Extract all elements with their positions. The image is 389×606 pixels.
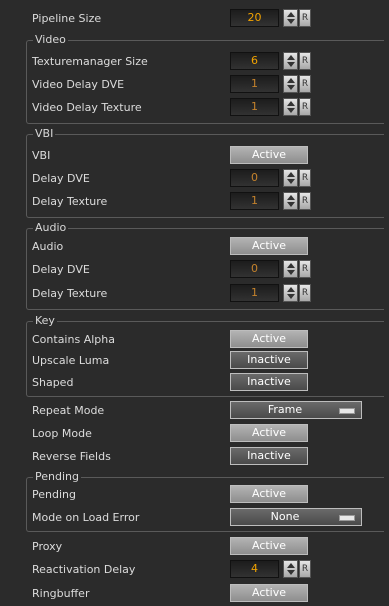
vbi-label: VBI: [32, 149, 51, 162]
repeat-mode-label: Repeat Mode: [32, 404, 105, 417]
repeat-mode-dropdown[interactable]: Frame: [230, 401, 362, 419]
proxy-label: Proxy: [32, 540, 63, 553]
reactivation-delay-row: Reactivation Delay 4 R: [0, 559, 389, 581]
audio-delay-dve-row: Delay DVE 0 R: [0, 259, 389, 281]
reverse-fields-label: Reverse Fields: [32, 450, 111, 463]
dropdown-handle-icon: [339, 515, 355, 521]
reactivation-delay-reset-button[interactable]: R: [299, 560, 311, 578]
upscale-luma-row: Upscale Luma Inactive: [0, 350, 389, 372]
reactivation-delay-label: Reactivation Delay: [32, 563, 136, 576]
video-delay-texture-spinner-icon[interactable]: [283, 98, 298, 116]
reactivation-delay-field[interactable]: 4: [230, 560, 279, 578]
video-delay-texture-field[interactable]: 1: [230, 98, 279, 116]
upscale-luma-toggle-button[interactable]: Inactive: [230, 351, 308, 369]
repeat-mode-row: Repeat Mode Frame: [0, 400, 389, 422]
pending-group-title: Pending: [33, 470, 81, 483]
pipeline-size-label: Pipeline Size: [32, 12, 102, 25]
video-delay-texture-row: Video Delay Texture 1 R: [0, 97, 389, 119]
texturemanager-size-reset-button[interactable]: R: [299, 52, 311, 70]
audio-delay-texture-field[interactable]: 1: [230, 284, 279, 302]
audio-delay-texture-spinner-icon[interactable]: [283, 284, 298, 302]
loop-mode-toggle-button[interactable]: Active: [230, 424, 308, 442]
pending-label: Pending: [32, 488, 76, 501]
audio-delay-texture-reset-button[interactable]: R: [299, 284, 311, 302]
video-delay-dve-spinner-icon[interactable]: [283, 75, 298, 93]
shaped-toggle-button[interactable]: Inactive: [230, 373, 308, 391]
vbi-group-title: VBI: [33, 127, 56, 140]
texturemanager-size-row: Texturemanager Size 6 R: [0, 51, 389, 73]
repeat-mode-value: Frame: [267, 403, 303, 416]
audio-delay-texture-label: Delay Texture: [32, 287, 108, 300]
audio-toggle-button[interactable]: Active: [230, 237, 308, 255]
vbi-row: VBI Active: [0, 145, 389, 167]
proxy-row: Proxy Active: [0, 536, 389, 558]
video-group-title: Video: [33, 33, 68, 46]
texturemanager-size-field[interactable]: 6: [230, 52, 279, 70]
video-delay-dve-row: Video Delay DVE 1 R: [0, 74, 389, 96]
key-group-title: Key: [33, 314, 57, 327]
mode-on-load-error-label: Mode on Load Error: [32, 511, 140, 524]
reverse-fields-toggle-button[interactable]: Inactive: [230, 447, 308, 465]
video-delay-dve-label: Video Delay DVE: [32, 78, 125, 91]
pipeline-size-row: Pipeline Size 20 R: [0, 8, 389, 30]
texturemanager-size-spinner-icon[interactable]: [283, 52, 298, 70]
audio-delay-dve-label: Delay DVE: [32, 263, 90, 276]
contains-alpha-label: Contains Alpha: [32, 333, 115, 346]
pipeline-size-spinner-icon[interactable]: [283, 9, 298, 27]
vbi-delay-texture-reset-button[interactable]: R: [299, 192, 311, 210]
pipeline-size-reset-button[interactable]: R: [299, 9, 311, 27]
shaped-label: Shaped: [32, 376, 74, 389]
audio-group-title: Audio: [33, 221, 69, 234]
upscale-luma-label: Upscale Luma: [32, 354, 110, 367]
video-delay-texture-label: Video Delay Texture: [32, 101, 142, 114]
vbi-delay-dve-reset-button[interactable]: R: [299, 169, 311, 187]
vbi-delay-texture-row: Delay Texture 1 R: [0, 191, 389, 213]
shaped-row: Shaped Inactive: [0, 372, 389, 394]
audio-delay-dve-spinner-icon[interactable]: [283, 260, 298, 278]
ringbuffer-label: Ringbuffer: [32, 587, 90, 600]
mode-on-load-error-value: None: [270, 510, 300, 523]
ringbuffer-toggle-button[interactable]: Active: [230, 584, 308, 602]
audio-label: Audio: [32, 240, 64, 253]
video-delay-texture-reset-button[interactable]: R: [299, 98, 311, 116]
pending-toggle-button[interactable]: Active: [230, 485, 308, 503]
video-delay-dve-reset-button[interactable]: R: [299, 75, 311, 93]
mode-on-load-error-row: Mode on Load Error None: [0, 507, 389, 529]
settings-panel: Pipeline Size 20 R Video Texturemanager …: [0, 0, 389, 606]
pending-row: Pending Active: [0, 484, 389, 506]
vbi-delay-texture-field[interactable]: 1: [230, 192, 279, 210]
texturemanager-size-label: Texturemanager Size: [32, 55, 148, 68]
dropdown-handle-icon: [339, 408, 355, 414]
vbi-delay-texture-spinner-icon[interactable]: [283, 192, 298, 210]
vbi-delay-texture-label: Delay Texture: [32, 195, 108, 208]
audio-delay-texture-row: Delay Texture 1 R: [0, 283, 389, 305]
loop-mode-label: Loop Mode: [32, 427, 92, 440]
vbi-delay-dve-spinner-icon[interactable]: [283, 169, 298, 187]
vbi-delay-dve-label: Delay DVE: [32, 172, 90, 185]
ringbuffer-row: Ringbuffer Active: [0, 583, 389, 605]
vbi-delay-dve-field[interactable]: 0: [230, 169, 279, 187]
pipeline-size-field[interactable]: 20: [230, 9, 279, 27]
contains-alpha-row: Contains Alpha Active: [0, 329, 389, 351]
reverse-fields-row: Reverse Fields Inactive: [0, 446, 389, 468]
loop-mode-row: Loop Mode Active: [0, 423, 389, 445]
audio-delay-dve-field[interactable]: 0: [230, 260, 279, 278]
proxy-toggle-button[interactable]: Active: [230, 537, 308, 555]
reactivation-delay-spinner-icon[interactable]: [283, 560, 298, 578]
vbi-delay-dve-row: Delay DVE 0 R: [0, 168, 389, 190]
audio-delay-dve-reset-button[interactable]: R: [299, 260, 311, 278]
video-delay-dve-field[interactable]: 1: [230, 75, 279, 93]
vbi-toggle-button[interactable]: Active: [230, 146, 308, 164]
audio-row: Audio Active: [0, 236, 389, 258]
contains-alpha-toggle-button[interactable]: Active: [230, 330, 308, 348]
mode-on-load-error-dropdown[interactable]: None: [230, 508, 362, 526]
